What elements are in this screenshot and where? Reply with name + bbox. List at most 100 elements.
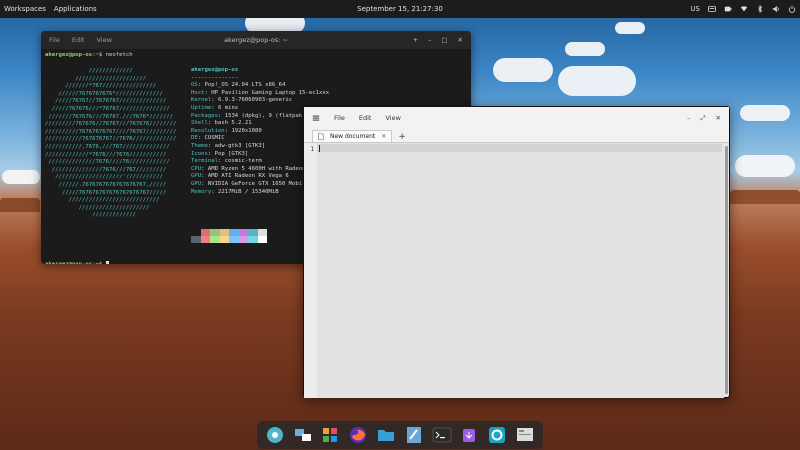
info-value: 1920x1080: [231, 127, 262, 134]
info-separator: --------------: [191, 74, 239, 81]
palette-swatch: [219, 229, 229, 236]
close-button[interactable]: ✕: [716, 114, 721, 123]
text-area[interactable]: [317, 143, 724, 398]
text-editor-window[interactable]: File Edit View – ⤢ ✕ New document ✕ + 1: [303, 106, 730, 398]
tab-close-icon[interactable]: ✕: [381, 133, 386, 140]
distro-logo-art: ///////////// ///////////////////// ////…: [45, 68, 176, 220]
dock-item-text-editor[interactable]: [404, 425, 424, 445]
command-line: akergez@pop-os:~$: [45, 261, 109, 264]
tab-new-document[interactable]: New document ✕: [312, 130, 393, 142]
close-button[interactable]: ✕: [458, 36, 463, 44]
mesa: [0, 198, 40, 212]
palette-swatch: [257, 236, 267, 243]
palette-swatch: [210, 236, 220, 243]
palette-swatch: [191, 236, 201, 243]
applications-button[interactable]: Applications: [54, 5, 97, 13]
settings-icon: [489, 427, 506, 443]
minimize-button[interactable]: –: [687, 114, 690, 123]
dock-item-system-monitor[interactable]: [515, 425, 535, 445]
terminal-header[interactable]: File Edit View akergez@pop-os: ~ + – □ ✕: [41, 31, 471, 49]
ascii-art-line: /////////////: [45, 212, 136, 219]
editor-menu-edit[interactable]: Edit: [359, 114, 372, 122]
info-value: Pop [GTK3]: [214, 150, 249, 157]
palette-swatch: [229, 229, 239, 236]
wifi-icon[interactable]: [740, 5, 748, 13]
info-key: GPU: [191, 173, 202, 180]
info-key: Terminal: [191, 158, 218, 165]
ascii-art-line: //////////////7676////76////////////: [45, 159, 170, 166]
workspaces-button[interactable]: Workspaces: [4, 5, 46, 13]
info-value: NVIDIA GeForce GTX 1650 Mobile: [207, 180, 309, 187]
ascii-art-line: ///////////////7676///767/////////: [45, 166, 167, 173]
editor-body: 1: [304, 143, 729, 398]
info-value: 6.9.3-76060903-generic: [217, 97, 293, 104]
document-icon: [318, 133, 324, 140]
editor-menu-view[interactable]: View: [385, 114, 400, 122]
firefox-icon: [350, 427, 367, 443]
dock-item-app-library[interactable]: [320, 425, 340, 445]
ascii-art-line: ////////////////////'///////////: [45, 174, 163, 181]
info-key: CPU: [191, 165, 202, 172]
dock-item-store[interactable]: [459, 425, 479, 445]
palette-swatch: [200, 229, 210, 236]
info-value: AMD Ryzen 5 4600H with Radeon: [207, 165, 306, 172]
battery-icon[interactable]: [724, 5, 732, 13]
info-key: Resolution: [191, 127, 225, 134]
terminal-cursor: [105, 261, 109, 264]
new-tab-button[interactable]: +: [413, 36, 418, 44]
editor-header[interactable]: File Edit View – ⤢ ✕: [304, 107, 729, 129]
maximize-button[interactable]: □: [441, 36, 447, 44]
terminal-title: akergez@pop-os: ~: [224, 36, 288, 44]
keyboard-icon[interactable]: [708, 5, 716, 13]
ascii-art-line: ///////////////////////////: [45, 197, 160, 204]
dock-item-workspaces[interactable]: [293, 425, 313, 445]
palette-swatch: [191, 229, 201, 236]
info-value: adw-gtk3 [GTK3]: [214, 142, 266, 149]
cloud: [735, 155, 795, 177]
ascii-art-line: /////////////*7676///7676///////////: [45, 151, 167, 158]
ascii-art-line: /////////767676//76767///767676////////: [45, 121, 177, 128]
info-header: akergez@pop-os: [191, 67, 239, 73]
maximize-button[interactable]: ⤢: [700, 114, 705, 123]
vertical-scrollbar[interactable]: [725, 146, 728, 394]
palette-swatch: [238, 229, 248, 236]
info-row: OS: Pop!_OS 24.04 LTS x86_64: [191, 82, 286, 89]
info-value: HP Pavilion Gaming Laptop 15-ec1xxx: [211, 89, 330, 96]
palette-swatch: [210, 229, 220, 236]
palette-swatch: [248, 236, 258, 243]
ascii-art-line: /////////////: [45, 68, 133, 74]
dock-item-firefox[interactable]: [348, 425, 368, 445]
hamburger-menu-icon[interactable]: [312, 114, 320, 122]
terminal-icon: [432, 427, 451, 443]
info-key: Packages: [191, 112, 218, 119]
info-key: DE: [191, 135, 198, 142]
dock-item-terminal[interactable]: [432, 425, 452, 445]
ascii-art-line: //////7676767676*//////////////: [45, 90, 163, 97]
info-value: 6 mins: [217, 104, 239, 111]
info-key: Icons: [191, 150, 208, 157]
dock-item-files[interactable]: [376, 425, 396, 445]
cloud: [493, 58, 553, 82]
info-key: Kernel: [191, 97, 212, 104]
volume-icon[interactable]: [772, 5, 780, 13]
mesa: [730, 190, 800, 204]
launcher-icon: [266, 427, 283, 443]
ascii-art-line: ///////*767////////////////: [45, 83, 157, 90]
editor-menu-file[interactable]: File: [334, 114, 345, 122]
line-number: 1: [310, 146, 314, 153]
dock-item-settings[interactable]: [487, 425, 507, 445]
dock-item-launcher[interactable]: [265, 425, 285, 445]
clock[interactable]: September 15, 21:27:30: [357, 5, 443, 13]
power-icon[interactable]: [788, 5, 796, 13]
minimize-button[interactable]: –: [428, 36, 431, 44]
info-key: Uptime: [191, 104, 212, 111]
info-value: cosmic-term: [224, 158, 262, 165]
workspaces-icon: [294, 429, 311, 441]
new-tab-button[interactable]: +: [398, 132, 406, 142]
ascii-art-line: ///////////,7676,///767//////////////: [45, 143, 170, 150]
ascii-art-line: //////////76767676767////76767/////////: [45, 128, 177, 135]
keyboard-layout-indicator[interactable]: US: [690, 5, 700, 13]
text-cursor: [319, 145, 320, 152]
cloud: [740, 105, 790, 121]
bluetooth-icon[interactable]: [756, 5, 764, 13]
